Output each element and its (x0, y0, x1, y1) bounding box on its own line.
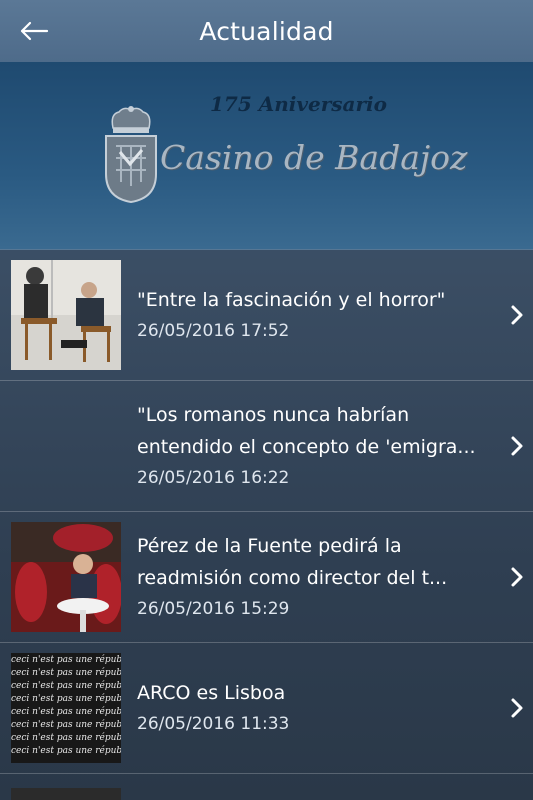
news-title: "Los romanos nunca habrían entendido el … (137, 404, 476, 458)
handwriting-line: ceci n'est pas une république (11, 745, 121, 756)
arrow-left-icon (20, 21, 49, 41)
chevron-right-icon (511, 436, 523, 456)
news-list: "Entre la fascinación y el horror" 26/05… (0, 250, 533, 774)
handwriting-line: ceci n'est pas une république (11, 719, 121, 730)
casino-name: Casino de Badajoz (160, 138, 468, 177)
news-text: "Entre la fascinación y el horror" 26/05… (137, 250, 483, 380)
news-date: 26/05/2016 15:29 (137, 599, 290, 619)
news-thumbnail: ceci n'est pas une république ceci n'est… (11, 653, 121, 763)
casino-banner: 175 Aniversario Casino de Badajoz (0, 62, 533, 250)
news-item[interactable]: Pérez de la Fuente pedirá la readmisión … (0, 512, 533, 643)
coat-of-arms-icon (105, 106, 157, 204)
news-thumbnail (11, 260, 121, 370)
news-item[interactable]: "Los romanos nunca habrían entendido el … (0, 381, 533, 512)
handwriting-line: ceci n'est pas une république (11, 732, 121, 743)
chevron-right-icon (511, 567, 523, 587)
news-thumbnail (11, 788, 121, 800)
news-text: "Los romanos nunca habrían entendido el … (137, 381, 483, 511)
handwriting-line: ceci n'est pas une république (11, 667, 121, 678)
news-date: 26/05/2016 17:52 (137, 321, 290, 341)
news-date: 26/05/2016 16:22 (137, 468, 290, 488)
back-button[interactable] (16, 14, 52, 48)
handwriting-line: ceci n'est pas une république (11, 680, 121, 691)
news-text: ARCO es Lisboa 26/05/2016 11:33 (137, 643, 483, 773)
news-title: "Entre la fascinación y el horror" (137, 289, 446, 311)
news-title: ARCO es Lisboa (137, 682, 286, 704)
chevron-right-icon (511, 305, 523, 325)
page-title: Actualidad (199, 16, 334, 46)
handwriting-line: ceci n'est pas une république (11, 706, 121, 717)
handwriting-line: ceci n'est pas une république (11, 654, 121, 665)
chevron-right-icon (511, 698, 523, 718)
handwriting-line: ceci n'est pas une république (11, 693, 121, 704)
news-date: 26/05/2016 11:33 (137, 714, 290, 734)
news-item[interactable]: "Entre la fascinación y el horror" 26/05… (0, 250, 533, 381)
news-text: Pérez de la Fuente pedirá la readmisión … (137, 512, 483, 642)
app-header: Actualidad (0, 0, 533, 62)
anniversary-label: 175 Aniversario (210, 92, 387, 116)
news-thumbnail (11, 522, 121, 632)
news-title: Pérez de la Fuente pedirá la readmisión … (137, 535, 448, 589)
news-item[interactable]: ceci n'est pas une république ceci n'est… (0, 643, 533, 774)
